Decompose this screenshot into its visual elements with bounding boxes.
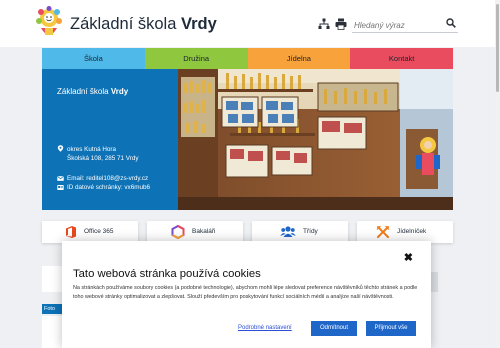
- people-icon: [280, 226, 296, 237]
- nav-item-jidelna[interactable]: Jídelna: [247, 48, 351, 69]
- hero-section: Základní škola Vrdy okres Kutná Hora Ško…: [42, 69, 453, 210]
- school-logo[interactable]: [35, 6, 63, 42]
- search-box: [352, 15, 458, 34]
- quick-link-label: Třídy: [303, 228, 318, 235]
- cutlery-icon: [376, 225, 390, 238]
- email-icon: [57, 176, 64, 181]
- quick-link-bakalari[interactable]: Bakaláři: [147, 221, 243, 243]
- accept-all-button[interactable]: Přijmout vše: [366, 321, 416, 336]
- email-link[interactable]: Email: reditel108@zs-vrdy.cz: [67, 175, 148, 182]
- address-line-1: okres Kutná Hora: [67, 146, 117, 153]
- hero-title: Základní škola Vrdy: [57, 87, 129, 96]
- top-bar: Základní škola Vrdy: [0, 0, 500, 47]
- cookie-dialog: ✖ Tato webová stránka používá cookies Na…: [62, 241, 431, 348]
- quick-link-label: Office 365: [84, 228, 114, 235]
- bakalari-icon: [171, 225, 185, 239]
- cookie-title: Tato webová stránka používá cookies: [73, 268, 261, 280]
- hero-info-panel: Základní škola Vrdy okres Kutná Hora Ško…: [42, 69, 178, 210]
- sitemap-icon[interactable]: [318, 18, 330, 30]
- search-icon[interactable]: [446, 18, 456, 28]
- quick-link-label: Jídelníček: [397, 228, 427, 235]
- site-title[interactable]: Základní škola Vrdy: [70, 15, 217, 34]
- content-card: [42, 266, 62, 292]
- office-icon: [66, 226, 76, 238]
- scrollbar-thumb[interactable]: [496, 4, 499, 92]
- nav-item-druzina[interactable]: Družina: [144, 48, 248, 69]
- address-line-2: Školská 108, 285 71 Vrdy: [67, 155, 139, 162]
- search-input[interactable]: [352, 17, 440, 34]
- reject-button[interactable]: Odmítnout: [311, 321, 357, 336]
- quick-link-tridy[interactable]: Třídy: [252, 221, 348, 243]
- print-icon[interactable]: [335, 18, 347, 30]
- nav-item-skola[interactable]: Škola: [42, 48, 145, 69]
- section-tag: Foto: [42, 304, 64, 314]
- location-icon: [57, 145, 64, 152]
- quick-link-jidelnicek[interactable]: Jídelníček: [357, 221, 453, 243]
- nav-item-kontakt[interactable]: Kontakt: [350, 48, 453, 69]
- school-hallway-photo: [178, 69, 453, 210]
- content-card: [42, 316, 62, 348]
- data-box-id: ID datové schránky: vx6mub6: [67, 184, 150, 191]
- quick-link-label: Bakaláři: [192, 228, 216, 235]
- main-nav: Škola Družina Jídelna Kontakt: [42, 48, 453, 69]
- close-icon[interactable]: ✖: [404, 251, 413, 264]
- page-scrollbar[interactable]: [495, 0, 500, 348]
- content-card-edge: [431, 272, 438, 292]
- data-box-icon: [57, 185, 64, 190]
- cookie-description: Na stránkách používáme soubory cookies (…: [73, 285, 418, 300]
- quick-link-office365[interactable]: Office 365: [42, 221, 138, 243]
- cookie-settings-link[interactable]: Podrobné nastavení: [238, 325, 292, 331]
